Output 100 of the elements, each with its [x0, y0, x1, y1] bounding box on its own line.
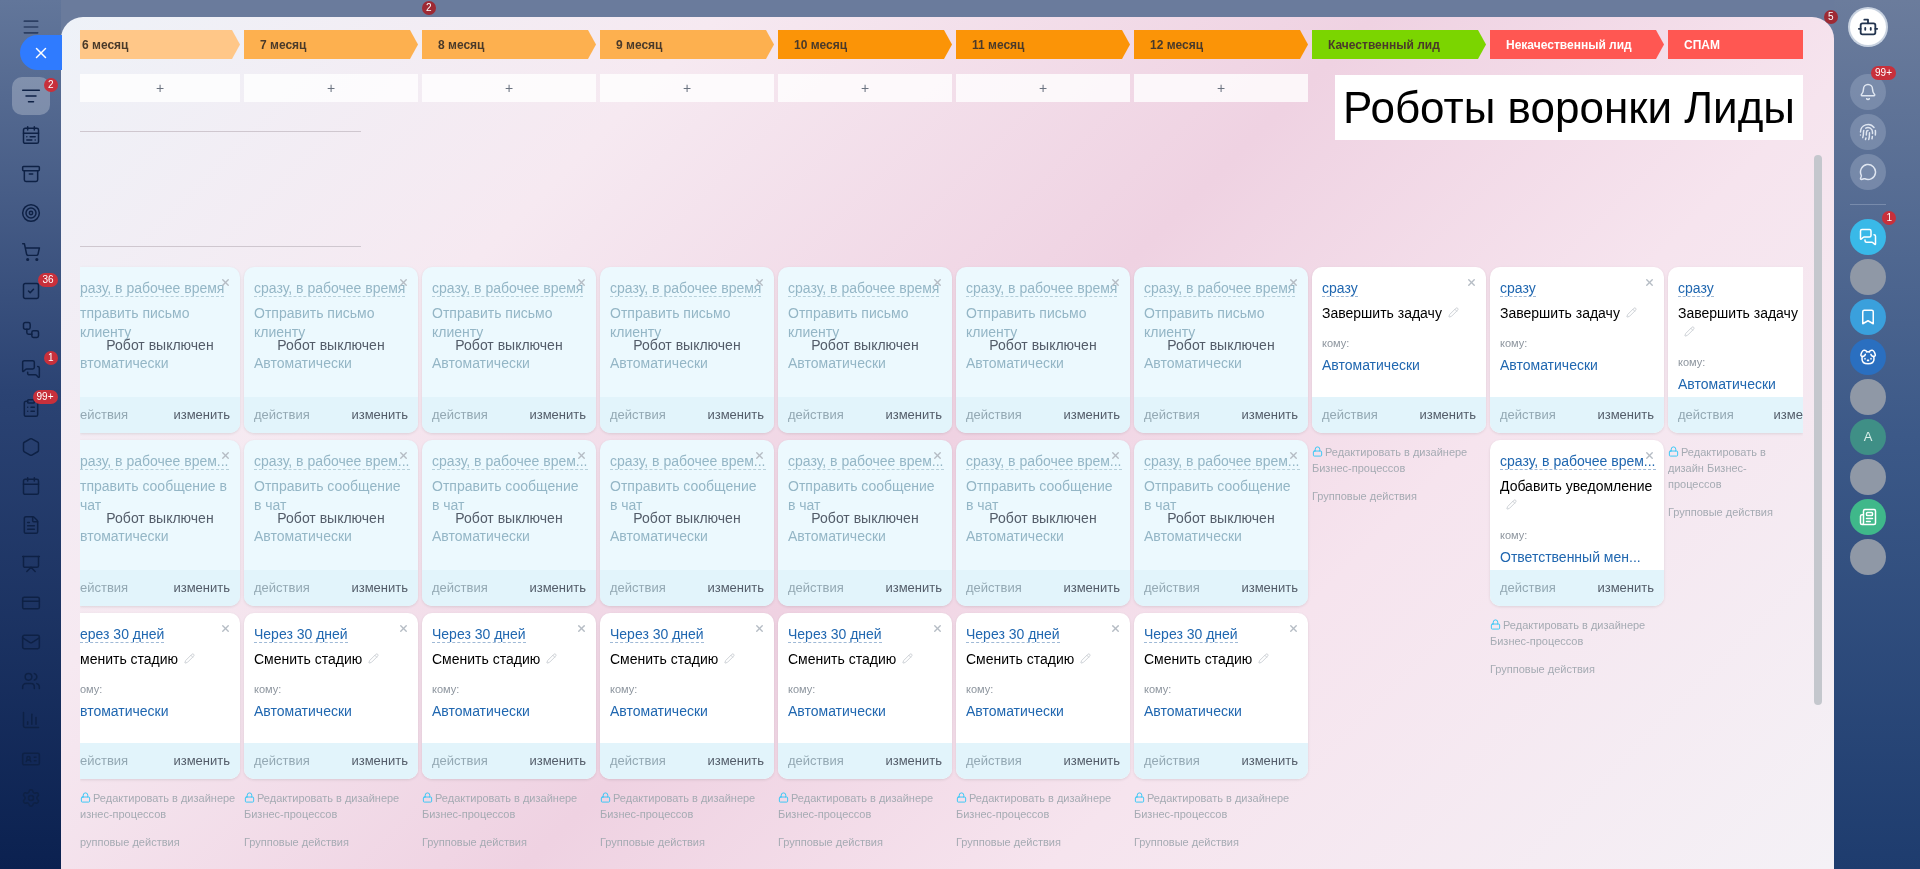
edit-link[interactable]: изменить	[1241, 405, 1298, 425]
timing-link[interactable]: сразу	[1678, 280, 1714, 297]
pencil-icon[interactable]	[546, 653, 558, 664]
edit-link[interactable]: изменить	[173, 578, 230, 598]
edit-link[interactable]: изменить	[1597, 578, 1654, 598]
recipient-link[interactable]: Автоматически	[610, 700, 764, 722]
add-robot-button[interactable]: +	[80, 74, 240, 102]
timing-link[interactable]: сразу	[1500, 280, 1536, 297]
edit-link[interactable]: изменить	[173, 751, 230, 771]
scrollbar[interactable]	[1814, 155, 1822, 705]
stage-header[interactable]: 7 месяц	[244, 30, 418, 59]
robot-icon	[1857, 16, 1879, 38]
recipient-link[interactable]: Автоматически	[1678, 373, 1803, 395]
edit-link[interactable]: изменить	[529, 405, 586, 425]
add-robot-button[interactable]: +	[956, 74, 1130, 102]
close-icon[interactable]	[398, 623, 409, 634]
close-icon[interactable]	[754, 623, 765, 634]
stage-header[interactable]: 11 месяц	[956, 30, 1130, 59]
timing-link[interactable]: Через 30 дней	[1144, 626, 1238, 643]
pencil-icon[interactable]	[1684, 326, 1695, 337]
app-button[interactable]	[1850, 219, 1886, 255]
recipient-link[interactable]: Автоматически	[432, 700, 586, 722]
app-button[interactable]	[1850, 499, 1886, 535]
edit-link[interactable]: изменить	[351, 405, 408, 425]
timing-link[interactable]: Через 30 дней	[966, 626, 1060, 643]
edit-link[interactable]: изменить	[351, 751, 408, 771]
close-icon[interactable]	[1110, 623, 1121, 634]
actions-label: действия	[432, 752, 488, 771]
add-robot-button[interactable]: +	[778, 74, 952, 102]
recipient-link[interactable]: Автоматически	[1500, 354, 1654, 376]
edit-link[interactable]: изменить	[707, 405, 764, 425]
stage-header[interactable]: 12 месяц	[1134, 30, 1308, 59]
bot-avatar[interactable]	[1850, 9, 1886, 45]
stage-header[interactable]: 8 месяц	[422, 30, 596, 59]
close-icon[interactable]	[932, 623, 943, 634]
pencil-icon[interactable]	[184, 653, 196, 664]
stage-header[interactable]: 10 месяц	[778, 30, 952, 59]
close-icon[interactable]	[576, 623, 587, 634]
sidebar-button[interactable]	[1850, 114, 1886, 150]
stage-header[interactable]: Качественный лид	[1312, 30, 1486, 59]
lock-icon	[422, 792, 433, 803]
add-robot-button[interactable]: +	[244, 74, 418, 102]
edit-link[interactable]: изменить	[1063, 751, 1120, 771]
recipient-link[interactable]: Автоматически	[1144, 700, 1298, 722]
pencil-icon[interactable]	[1506, 499, 1517, 510]
pencil-icon[interactable]	[1080, 653, 1092, 664]
edit-link[interactable]: изменить	[529, 751, 586, 771]
sidebar-button[interactable]	[1850, 74, 1886, 110]
add-robot-button[interactable]: +	[1134, 74, 1308, 102]
recipient-link[interactable]: Автоматически	[966, 700, 1120, 722]
pencil-icon[interactable]	[1258, 653, 1270, 664]
edit-link[interactable]: изменить	[885, 751, 942, 771]
edit-link[interactable]: изменить	[1241, 751, 1298, 771]
edit-link[interactable]: изменить	[1419, 405, 1476, 425]
action-name: Сменить стадию	[254, 651, 363, 667]
timing-link[interactable]: сразу	[1322, 280, 1358, 297]
add-robot-button[interactable]: +	[600, 74, 774, 102]
edit-link[interactable]: изменить	[707, 578, 764, 598]
recipient-link[interactable]: Автоматически	[788, 700, 942, 722]
edit-link[interactable]: изменить	[1063, 405, 1120, 425]
pencil-icon[interactable]	[368, 653, 380, 664]
edit-link[interactable]: изменить	[173, 405, 230, 425]
edit-link[interactable]: изменить	[885, 405, 942, 425]
edit-link[interactable]: изменить	[1241, 578, 1298, 598]
timing-link[interactable]: Через 30 дней	[788, 626, 882, 643]
timing-link[interactable]: Через 30 дней	[432, 626, 526, 643]
recipient-link[interactable]: втоматически	[80, 700, 230, 722]
stage-header[interactable]: 9 месяц	[600, 30, 774, 59]
add-robot-button[interactable]: +	[422, 74, 596, 102]
edit-link[interactable]: изменить	[885, 578, 942, 598]
close-icon[interactable]	[1466, 277, 1477, 288]
app-button[interactable]	[1850, 339, 1886, 375]
pencil-icon[interactable]	[724, 653, 736, 664]
pencil-icon[interactable]	[1625, 307, 1637, 318]
stage-header[interactable]: Некачественный лид	[1490, 30, 1664, 59]
actions-label: действия	[1144, 579, 1200, 598]
close-icon[interactable]	[1644, 277, 1655, 288]
stage-header[interactable]: 6 месяц	[80, 30, 240, 59]
pencil-icon[interactable]	[902, 653, 914, 664]
edit-link[interactable]: изменить	[707, 751, 764, 771]
recipient-link[interactable]: Автоматически	[1322, 354, 1476, 376]
close-button[interactable]	[20, 35, 62, 70]
app-button[interactable]	[1850, 299, 1886, 335]
pencil-icon[interactable]	[1447, 307, 1459, 318]
letter-avatar[interactable]: A	[1850, 419, 1886, 455]
timing-link[interactable]: Через 30 дней	[610, 626, 704, 643]
close-icon[interactable]	[220, 623, 231, 634]
timing-link[interactable]: сразу, в рабочее врем...	[1500, 453, 1656, 470]
timing-link[interactable]: Через 30 дней	[254, 626, 348, 643]
edit-link[interactable]: изменить	[351, 578, 408, 598]
edit-link[interactable]: изменить	[529, 578, 586, 598]
recipient-link[interactable]: Автоматически	[254, 700, 408, 722]
recipient-link[interactable]: Ответственный мен...	[1500, 546, 1654, 568]
close-icon[interactable]	[1288, 623, 1299, 634]
sidebar-button[interactable]	[1850, 154, 1886, 190]
stage-header[interactable]: СПАМ	[1668, 30, 1803, 59]
edit-link[interactable]: изменить	[1597, 405, 1654, 425]
edit-link[interactable]: изме	[1773, 405, 1803, 425]
timing-link[interactable]: ерез 30 дней	[80, 626, 165, 643]
edit-link[interactable]: изменить	[1063, 578, 1120, 598]
